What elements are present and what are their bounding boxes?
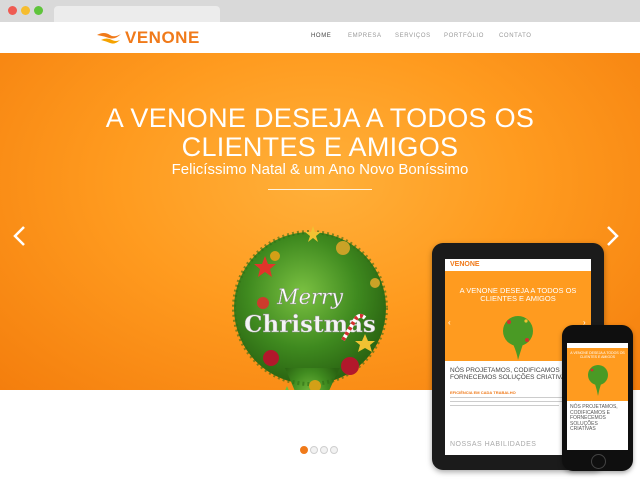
main-nav: HOME EMPRESA SERVIÇOS PORTFÓLIO CONTATO xyxy=(0,33,640,45)
chevron-right-icon[interactable] xyxy=(604,225,620,247)
chevron-left-icon[interactable] xyxy=(12,225,28,247)
phone-section-title: NÓS PROJETAMOS, CODIFICAMOS E FORNECEMOS… xyxy=(570,404,626,433)
phone-mockup: A VENONE DESEJA A TODOS OS CLIENTES E AM… xyxy=(562,325,633,471)
slider-dot-3[interactable] xyxy=(320,446,328,454)
nav-item-contato[interactable]: CONTATO xyxy=(499,33,532,39)
hero-divider xyxy=(268,189,372,190)
close-window-button[interactable] xyxy=(8,6,17,15)
minimize-window-button[interactable] xyxy=(21,6,30,15)
nav-item-home[interactable]: HOME xyxy=(311,33,331,39)
phone-section-line4: CRIATIVAS xyxy=(570,426,596,432)
hero-title-line1: A VENONE DESEJA A TODOS OS xyxy=(105,103,535,133)
tablet-logo: VENONE xyxy=(450,261,480,268)
tablet-section-label: EFICIÊNCIA EM CADA TRABALHO xyxy=(450,390,516,395)
christmas-wreath-image: Merry Christmas xyxy=(232,226,388,390)
hero-subtitle: Felicíssimo Natal & um Ano Novo Boníssim… xyxy=(171,161,469,178)
tablet-site-header: VENONE xyxy=(445,259,591,271)
phone-hero-title-line2: CLIENTES E AMIGOS xyxy=(579,355,616,359)
nav-item-empresa[interactable]: EMPRESA xyxy=(348,33,382,39)
nav-item-servicos[interactable]: SERVIÇOS xyxy=(395,33,431,39)
phone-screen: A VENONE DESEJA A TODOS OS CLIENTES E AM… xyxy=(567,343,628,450)
wreath-text-line1: Merry xyxy=(276,285,344,309)
slider-dot-2[interactable] xyxy=(310,446,318,454)
browser-tab[interactable] xyxy=(54,6,220,22)
slider-dot-4[interactable] xyxy=(330,446,338,454)
phone-hero: A VENONE DESEJA A TODOS OS CLIENTES E AM… xyxy=(567,348,628,401)
tablet-chevron-left-icon: ‹ xyxy=(448,318,451,327)
phone-hero-title: A VENONE DESEJA A TODOS OS CLIENTES E AM… xyxy=(567,351,628,359)
nav-item-portfolio[interactable]: PORTFÓLIO xyxy=(444,33,484,39)
tablet-wreath-image xyxy=(503,316,533,360)
site-header: VENONE HOME EMPRESA SERVIÇOS PORTFÓLIO C… xyxy=(0,22,640,53)
phone-home-button[interactable] xyxy=(591,454,606,469)
browser-chrome xyxy=(0,0,640,23)
tablet-footer-title: NOSSAS HABILIDADES xyxy=(450,441,537,448)
slider-dot-1[interactable] xyxy=(300,446,308,454)
maximize-window-button[interactable] xyxy=(34,6,43,15)
tablet-hero-title-line2: CLIENTES E AMIGOS xyxy=(480,294,556,303)
wreath-text-line2: Christmas xyxy=(244,311,376,338)
phone-wreath-image xyxy=(588,365,608,396)
hero-title-line2: CLIENTES E AMIGOS xyxy=(181,132,459,162)
